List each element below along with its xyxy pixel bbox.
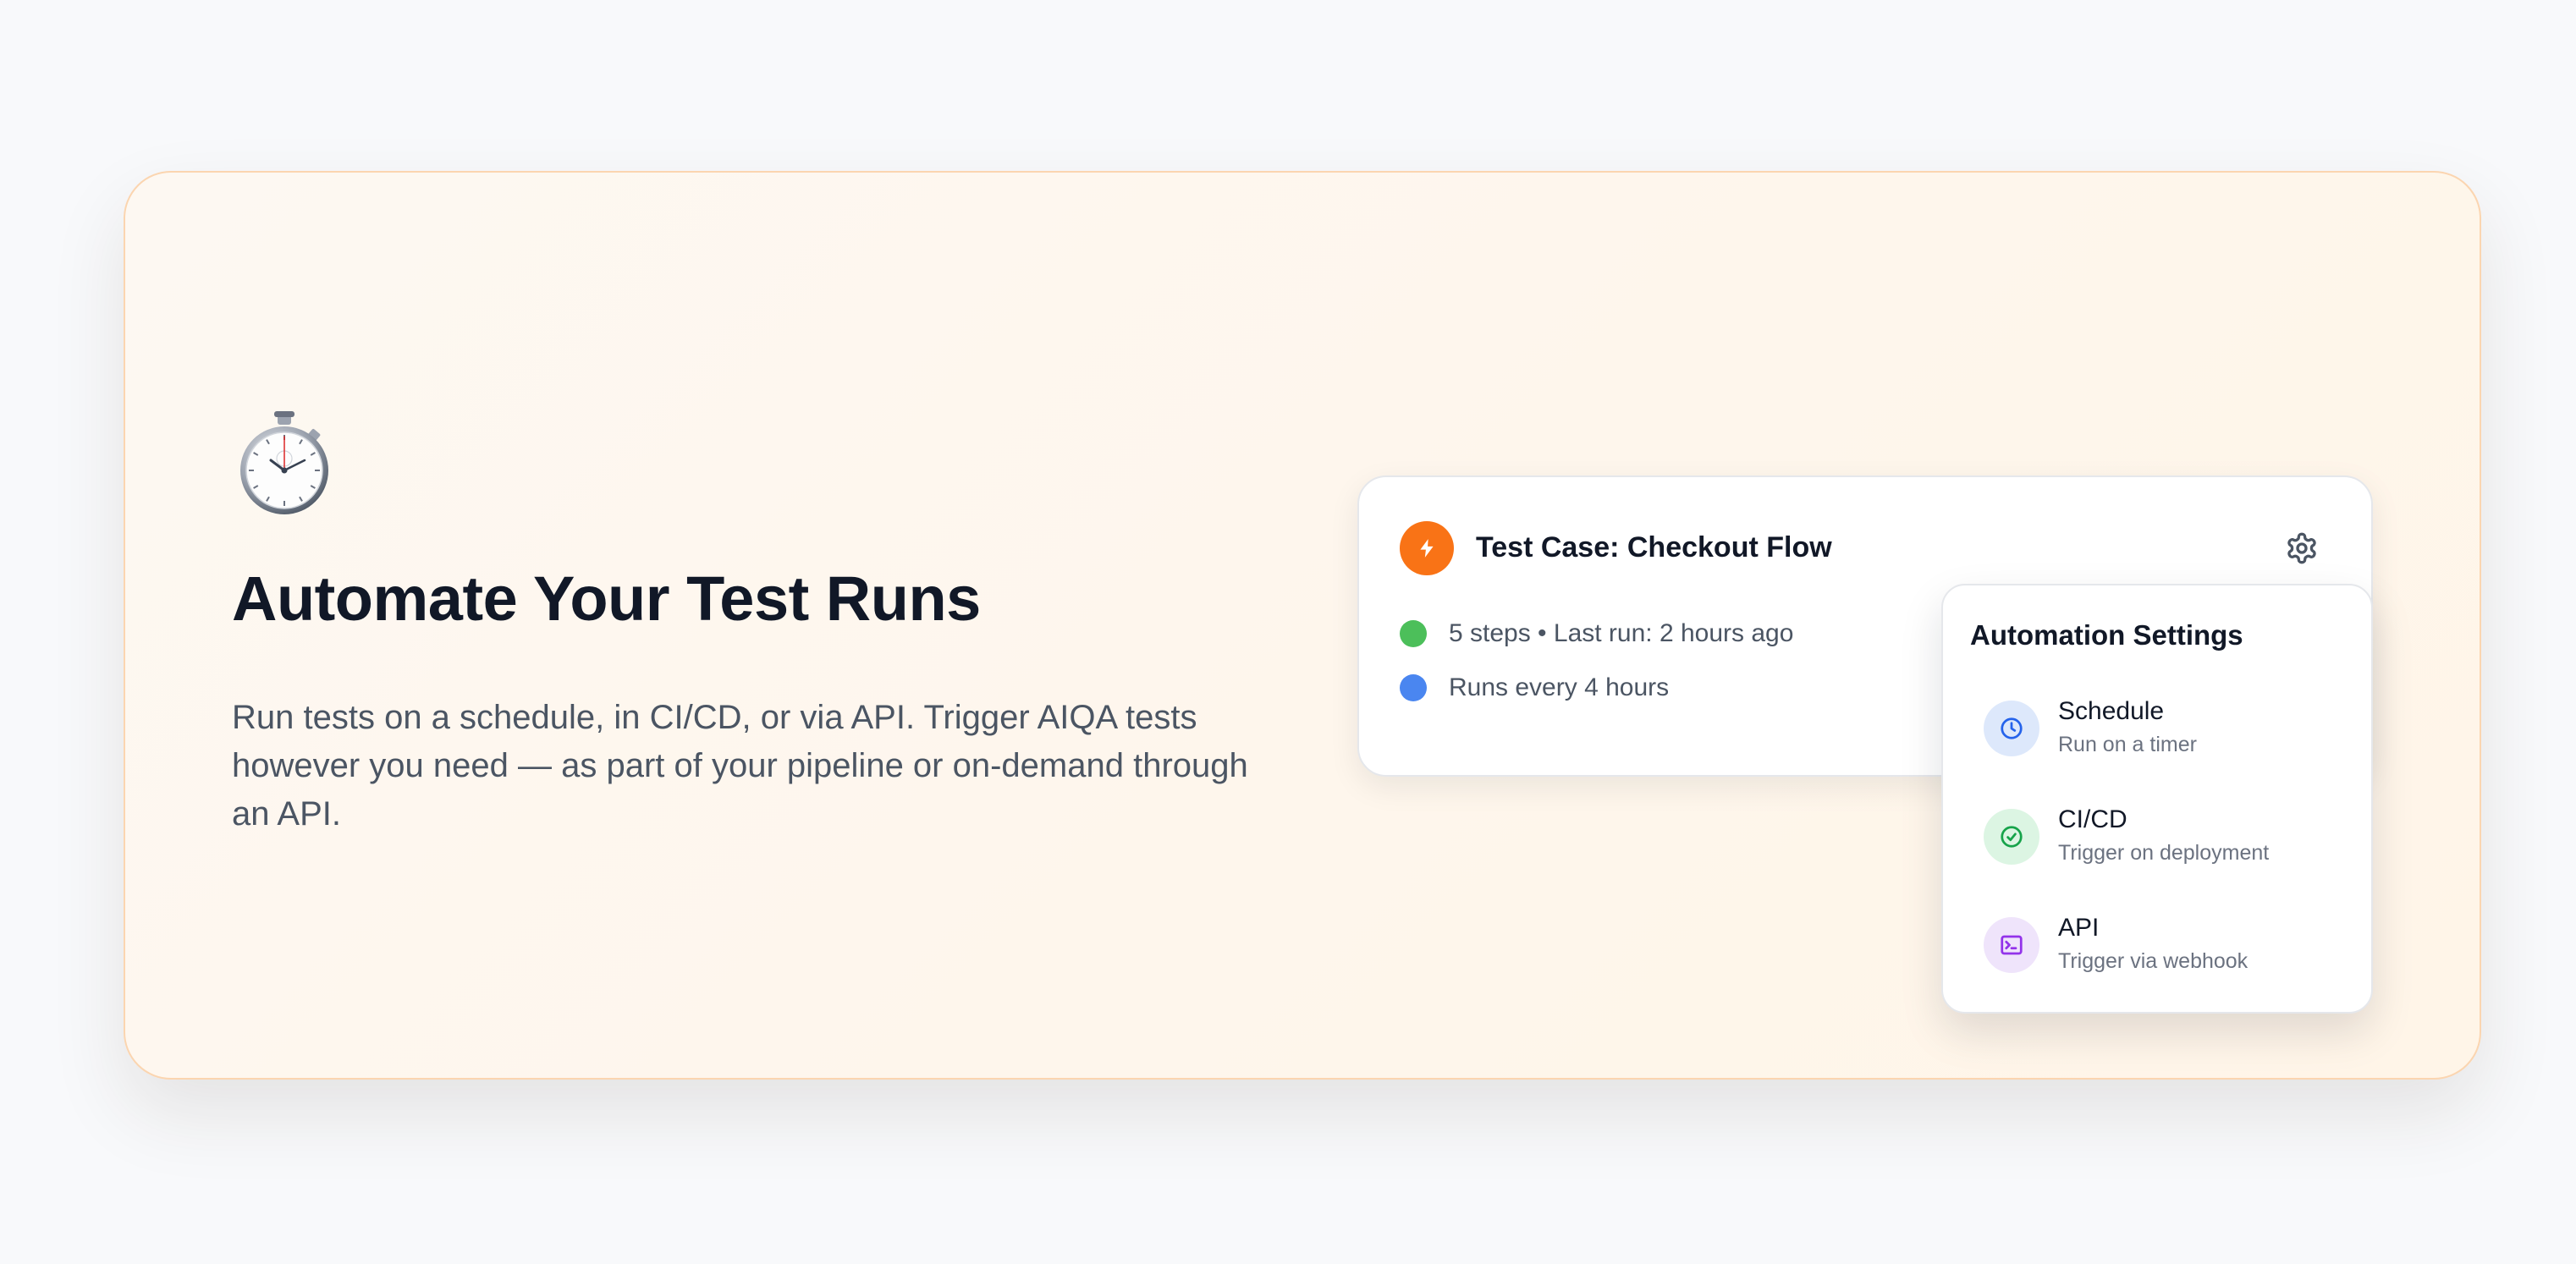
- option-schedule-label: Schedule: [2058, 697, 2165, 725]
- page-description: Run tests on a schedule, in CI/CD, or vi…: [232, 699, 1248, 833]
- option-api[interactable]: API Trigger via webhook: [1984, 914, 2348, 985]
- stopwatch-icon: [240, 411, 328, 514]
- option-api-sublabel: Trigger via webhook: [2058, 949, 2248, 973]
- option-schedule[interactable]: Schedule Run on a timer: [1984, 697, 2348, 768]
- test-case-title: Test Case: Checkout Flow: [1476, 531, 1832, 563]
- automation-settings-popover: Automation Settings Schedule Run on a ti…: [1941, 584, 2373, 1014]
- test-case-frequency-text: Runs every 4 hours: [1449, 673, 1670, 701]
- option-schedule-sublabel: Run on a timer: [2058, 733, 2197, 756]
- test-case-frequency-row: Runs every 4 hours: [1400, 673, 1669, 702]
- test-case-steps-row: 5 steps • Last run: 2 hours ago: [1400, 619, 1793, 648]
- option-cicd[interactable]: CI/CD Trigger on deployment: [1984, 805, 2348, 877]
- gear-icon[interactable]: [2285, 531, 2319, 565]
- clock-icon: [1984, 701, 2039, 756]
- option-api-label: API: [2058, 914, 2100, 942]
- status-dot-green: [1400, 620, 1427, 647]
- option-cicd-label: CI/CD: [2058, 805, 2127, 833]
- option-cicd-sublabel: Trigger on deployment: [2058, 841, 2270, 865]
- terminal-icon: [1984, 917, 2039, 973]
- check-circle-icon: [1984, 809, 2039, 865]
- status-dot-blue: [1400, 674, 1427, 701]
- popover-title: Automation Settings: [1970, 619, 2243, 651]
- page-title: Automate Your Test Runs: [232, 563, 981, 634]
- test-case-steps-text: 5 steps • Last run: 2 hours ago: [1449, 619, 1794, 647]
- lightning-bolt-icon: [1400, 521, 1454, 575]
